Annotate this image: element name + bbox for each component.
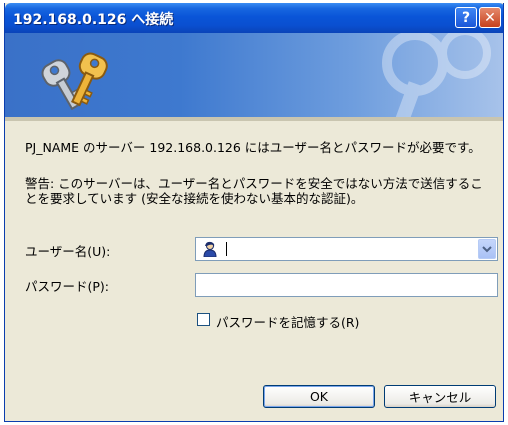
ok-button[interactable]: OK (263, 385, 375, 408)
help-button[interactable]: ? (455, 7, 477, 28)
connect-dialog: 192.168.0.126 へ接続 ? ✕ PJ_NAME のサーバー 192.… (4, 3, 504, 422)
server-message: PJ_NAME のサーバー 192.168.0.126 にはユーザー名とパスワー… (25, 140, 481, 155)
user-icon (203, 241, 217, 257)
password-label: パスワード(P): (25, 279, 110, 294)
banner-divider (5, 117, 503, 121)
banner-ghost-keys-icon (382, 33, 491, 117)
remember-password-checkbox[interactable] (197, 313, 210, 326)
window-title: 192.168.0.126 へ接続 (13, 12, 174, 28)
text-caret (226, 242, 227, 256)
title-bar[interactable]: 192.168.0.126 へ接続 ? ✕ (5, 3, 503, 33)
username-dropdown-button[interactable] (478, 239, 496, 259)
security-warning: 警告: このサーバーは、ユーザー名とパスワードを安全ではない方法で送信することを… (25, 176, 483, 206)
remember-password-label[interactable]: パスワードを記憶する(R) (216, 312, 359, 331)
cancel-button[interactable]: キャンセル (384, 385, 496, 408)
username-combobox[interactable] (195, 237, 498, 261)
banner (5, 33, 503, 117)
username-label: ユーザー名(U): (25, 244, 111, 259)
chevron-down-icon (482, 246, 492, 253)
close-button[interactable]: ✕ (479, 7, 501, 28)
keys-icon (41, 52, 108, 111)
password-field[interactable] (195, 273, 498, 297)
